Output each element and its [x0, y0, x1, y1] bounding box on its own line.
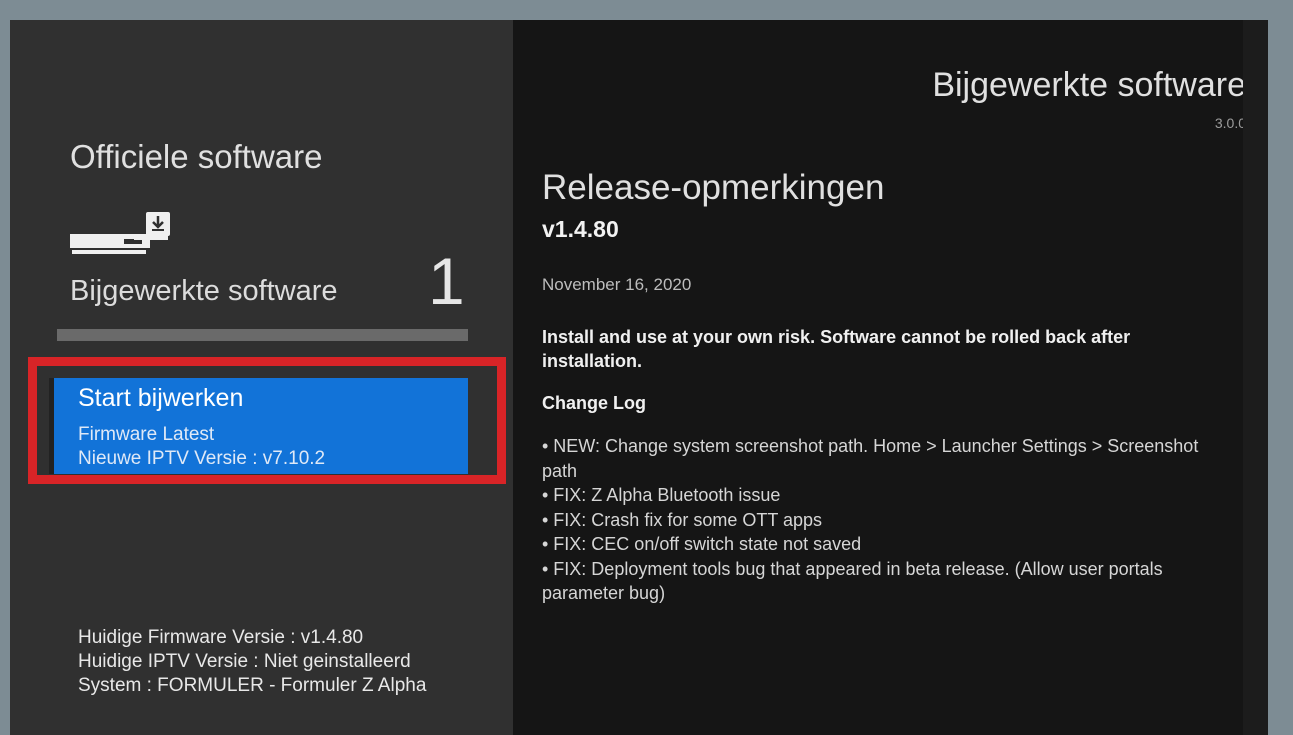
start-update-button[interactable]: Start bijwerken Firmware Latest Nieuwe I…: [49, 378, 468, 474]
changelog-item: • FIX: CEC on/off switch state not saved: [542, 534, 862, 554]
changelog-item: • FIX: Crash fix for some OTT apps: [542, 509, 823, 530]
release-notes-title: Release-opmerkingen: [542, 168, 885, 207]
update-count: 1: [428, 244, 465, 318]
progress-bar: [57, 329, 468, 341]
current-firmware-version: Huidige Firmware Versie : v1.4.80: [78, 627, 364, 648]
header-title: Bijgewerkte software: [932, 66, 1246, 104]
current-iptv-version: Huidige IPTV Versie : Niet geinstalleerd: [78, 651, 411, 672]
changelog-item: • NEW: Change system screenshot path. Ho…: [542, 436, 1199, 481]
release-version: v1.4.80: [542, 216, 619, 242]
panel-title: Officiele software: [70, 138, 323, 175]
left-panel: Officiele software Bijgewerkte software …: [10, 20, 513, 735]
new-iptv-version-label: Nieuwe IPTV Versie : v7.10.2: [78, 448, 326, 469]
progress-fill: [57, 329, 468, 341]
system-name: System : FORMULER - Formuler Z Alpha: [78, 675, 427, 696]
right-panel: Bijgewerkte software 3.0.0 Release-opmer…: [513, 20, 1268, 735]
firmware-latest-label: Firmware Latest: [78, 424, 215, 445]
app-version: 3.0.0: [1214, 115, 1246, 131]
set-top-box-download-icon: [70, 212, 170, 254]
updated-software-label: Bijgewerkte software: [70, 275, 338, 307]
release-date: November 16, 2020: [542, 275, 692, 294]
system-info: Huidige Firmware Versie : v1.4.80 Huidig…: [78, 626, 426, 698]
risk-warning: Install and use at your own risk. Softwa…: [542, 327, 1131, 371]
changelog-list: • NEW: Change system screenshot path. Ho…: [542, 434, 1222, 606]
changelog-item: • FIX: Deployment tools bug that appeare…: [542, 558, 1163, 604]
right-edge: [1243, 20, 1268, 735]
start-update-label: Start bijwerken: [78, 384, 244, 412]
tv-screen: Officiele software Bijgewerkte software …: [10, 20, 1268, 735]
release-notes-scroll[interactable]: Install and use at your own risk. Softwa…: [542, 325, 1222, 615]
changelog-title: Change Log: [542, 393, 646, 413]
changelog-item: • FIX: Z Alpha Bluetooth issue: [542, 485, 781, 505]
